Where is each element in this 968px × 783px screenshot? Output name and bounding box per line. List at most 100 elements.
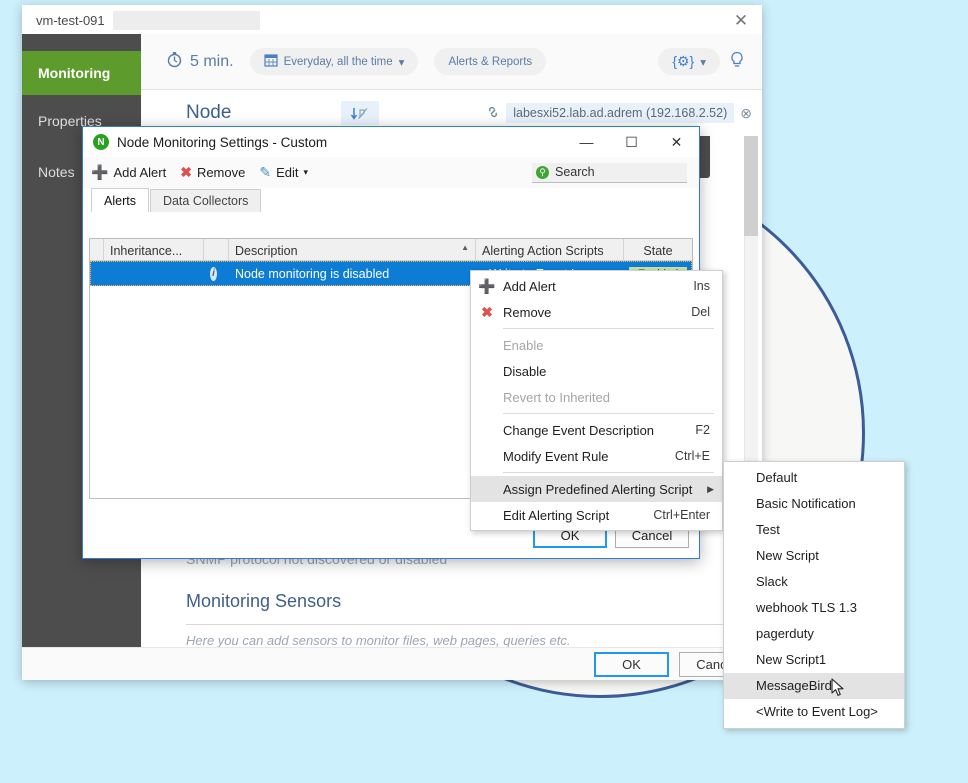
context-menu-item-add-alert[interactable]: ➕ Add Alert Ins — [471, 273, 722, 299]
context-menu-item-accelerator: Ins — [693, 279, 710, 293]
edit-menu-button[interactable]: ✎ Edit ▾ — [259, 164, 308, 181]
sidebar-item-monitoring[interactable]: Monitoring — [22, 51, 152, 95]
submenu-item-basic-notification[interactable]: Basic Notification — [724, 491, 904, 517]
context-menu-item-label: Remove — [503, 304, 552, 320]
monitoring-sensors-heading: Monitoring Sensors — [186, 591, 342, 611]
context-menu-item-disable[interactable]: Disable — [471, 358, 722, 384]
grid-header-inheritance[interactable]: Inheritance... — [104, 239, 204, 260]
search-input[interactable]: ⚲ Search — [532, 162, 687, 183]
menu-divider — [503, 413, 714, 414]
section-divider — [186, 624, 746, 625]
context-menu-item-enable: Enable — [471, 332, 722, 358]
grid-header-label: Inheritance... — [110, 243, 183, 258]
context-menu-item-label: Modify Event Rule — [503, 448, 609, 464]
menu-divider — [503, 472, 714, 473]
cross-icon: ✖ — [481, 303, 493, 320]
dialog-toolbar: ➕ Add Alert ✖ Remove ✎ Edit ▾ ⚲ Search — [83, 157, 699, 188]
sort-mute-icon[interactable] — [341, 101, 380, 125]
tab-data-collectors[interactable]: Data Collectors — [149, 189, 262, 212]
schedule-dropdown[interactable]: Everyday, all the time ▾ — [249, 48, 419, 75]
context-menu-item-accelerator: Del — [691, 305, 710, 319]
context-menu-item-modify-event-rule[interactable]: Modify Event Rule Ctrl+E — [471, 443, 722, 469]
add-alert-label: Add Alert — [113, 165, 167, 180]
context-menu-item-accelerator: Ctrl+E — [674, 449, 710, 463]
search-value: Search — [555, 165, 595, 179]
plus-icon: ➕ — [478, 277, 496, 294]
grid-header-label: State — [643, 243, 673, 258]
grid-header-state[interactable]: State — [624, 239, 692, 260]
context-menu-item-assign-predefined-alerting-script[interactable]: Assign Predefined Alerting Script ▶ — [471, 476, 722, 502]
submenu-item-pagerduty[interactable]: pagerduty — [724, 621, 904, 647]
application-titlebar: vm-test-091 ✕ — [22, 5, 762, 34]
context-menu-item-remove[interactable]: ✖ Remove Del — [471, 299, 722, 325]
tab-label: Data Collectors — [162, 194, 249, 208]
alerts-reports-button[interactable]: Alerts & Reports — [434, 48, 547, 75]
cross-icon: ✖ — [180, 164, 192, 180]
schedule-label: Everyday, all the time — [283, 55, 393, 68]
remove-label: Remove — [196, 165, 246, 180]
add-alert-button[interactable]: ➕ Add Alert — [91, 164, 166, 181]
chevron-down-icon: ▾ — [303, 167, 309, 177]
refresh-interval-control[interactable]: 5 min. — [166, 51, 234, 73]
grid-header-label: Alerting Action Scripts — [482, 243, 604, 258]
minimize-icon[interactable]: — — [564, 127, 609, 157]
tab-placeholder — [110, 11, 260, 30]
toolbar-right-group: {⚙} ▾ — [658, 48, 762, 75]
row-select-cell — [90, 261, 104, 286]
tab-label: Alerts — [104, 194, 136, 208]
chevron-right-icon: ▶ — [707, 483, 714, 494]
submenu-item-slack[interactable]: Slack — [724, 569, 904, 595]
submenu-item-messagebird[interactable]: MessageBird — [724, 673, 904, 699]
lightbulb-icon[interactable] — [728, 50, 746, 73]
alerts-reports-label: Alerts & Reports — [448, 55, 533, 68]
close-icon[interactable]: ✕ — [654, 127, 699, 157]
window-tab-vm-test-091[interactable]: vm-test-091 — [30, 10, 113, 32]
submenu-item-test[interactable]: Test — [724, 517, 904, 543]
menu-divider — [503, 328, 714, 329]
context-menu-item-label: Change Event Description — [503, 422, 655, 438]
row-icon-cell: i — [204, 261, 229, 286]
submenu-item-default[interactable]: Default — [724, 465, 904, 491]
dialog-title: Node Monitoring Settings - Custom — [117, 134, 328, 150]
pencil-icon: ✎ — [259, 164, 272, 180]
application-footer: OK Cancel — [22, 647, 762, 680]
close-icon[interactable]: ✕ — [730, 11, 752, 31]
info-icon: i — [210, 266, 217, 281]
submenu-item-new-script[interactable]: New Script — [724, 543, 904, 569]
submenu-item-webhook-tls[interactable]: webhook TLS 1.3 — [724, 595, 904, 621]
grid-header-icon-col — [204, 239, 229, 260]
link-icon — [486, 105, 500, 122]
node-address-value[interactable]: labesxi52.lab.ad.adrem (192.168.2.52) — [506, 103, 735, 123]
clear-circle-icon[interactable]: ⊗ — [740, 105, 752, 122]
submenu-item-write-to-event-log[interactable]: <Write to Event Log> — [724, 699, 904, 725]
row-description-cell: Node monitoring is disabled — [235, 266, 390, 281]
context-menu-item-label: Edit Alerting Script — [503, 507, 610, 523]
application-toolbar: 5 min. Everyday, all the time ▾ Alerts &… — [141, 34, 762, 90]
context-menu: ➕ Add Alert Ins ✖ Remove Del Enable Disa… — [470, 270, 723, 531]
content-scrollbar-thumb[interactable] — [744, 136, 758, 236]
adrem-logo-icon: N — [93, 134, 109, 150]
maximize-icon[interactable]: ☐ — [609, 127, 654, 157]
tab-alerts[interactable]: Alerts — [91, 188, 149, 212]
calendar-icon — [263, 53, 278, 70]
ok-button[interactable]: OK — [594, 652, 669, 677]
context-menu-item-edit-alerting-script[interactable]: Edit Alerting Script Ctrl+Enter — [471, 502, 722, 528]
predefined-alerting-script-submenu: Default Basic Notification Test New Scri… — [723, 461, 905, 729]
dialog-tabs: Alerts Data Collectors — [83, 188, 699, 212]
plus-icon: ➕ — [91, 164, 109, 180]
chevron-down-icon: ▾ — [700, 56, 706, 69]
grid-header-row: Inheritance... Description Alerting Acti… — [90, 239, 692, 261]
context-menu-item-change-event-description[interactable]: Change Event Description F2 — [471, 417, 722, 443]
script-settings-button[interactable]: {⚙} ▾ — [658, 48, 720, 75]
grid-header-select — [90, 239, 104, 260]
submenu-item-new-script1[interactable]: New Script1 — [724, 647, 904, 673]
context-menu-item-label: Add Alert — [503, 278, 556, 294]
context-menu-item-label: Disable — [503, 363, 547, 379]
gear-braces-icon: {⚙} — [672, 53, 695, 69]
remove-button[interactable]: ✖ Remove — [180, 164, 245, 181]
chevron-down-icon: ▾ — [398, 56, 405, 69]
grid-header-description[interactable]: Description — [229, 239, 476, 260]
grid-header-alerting-action-scripts[interactable]: Alerting Action Scripts — [476, 239, 624, 260]
dialog-titlebar: N Node Monitoring Settings - Custom — ☐ … — [83, 127, 699, 157]
